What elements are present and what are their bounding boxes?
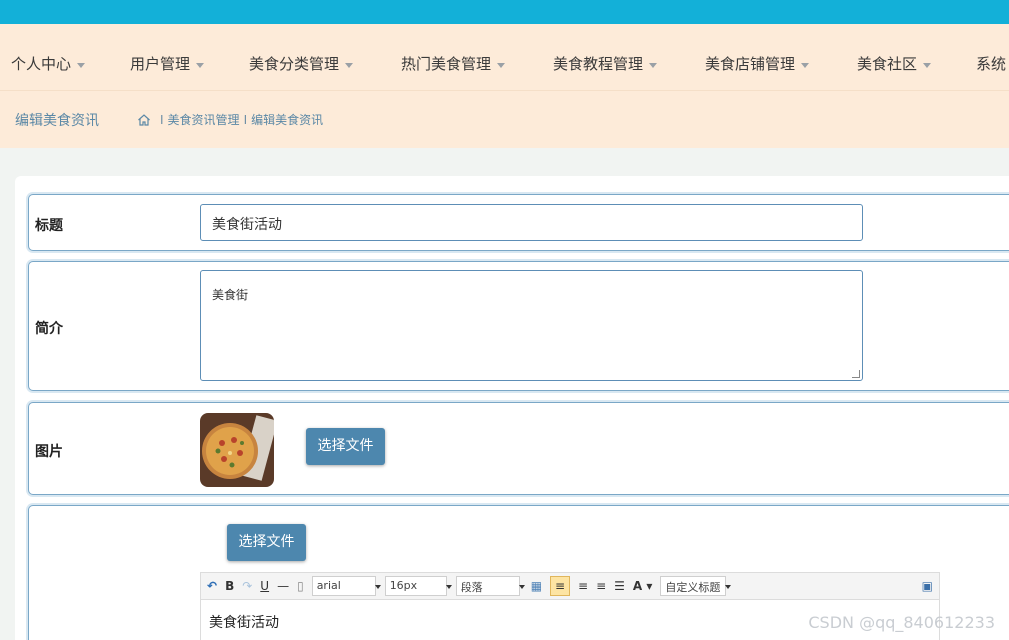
nav-item-personal-center[interactable]: 个人中心 [11,54,86,74]
nav-label: 用户管理 [130,55,191,73]
nav-item-hot-food[interactable]: 热门美食管理 [401,54,506,74]
font-size-select[interactable]: 16px [384,576,452,596]
nav-item-food-category[interactable]: 美食分类管理 [249,54,354,74]
chevron-down-icon [649,62,658,68]
nav-label: 美食分类管理 [249,55,340,73]
nav-label: 系统 [976,55,1007,73]
home-icon[interactable] [137,113,151,127]
underline-icon[interactable]: U [260,576,269,596]
intro-textarea[interactable]: 美食街 [200,270,863,381]
editor-toolbar: ↶ B ↷ U — ▯ arial 16px 段落 ▦ ≡ ≡ ≡ ☰ A ▾ … [200,572,940,600]
editor-text: 美食街活动 [209,615,279,631]
align-left-icon[interactable]: ≡ [550,576,571,596]
align-right-icon[interactable]: ≡ [578,576,588,596]
top-header-bar [0,0,1009,24]
breadcrumb-separator: I [160,112,164,127]
breadcrumb: I 美食资讯管理 I 编辑美食资讯 [137,111,323,128]
nav-label: 美食教程管理 [553,55,644,73]
chevron-down-icon [497,62,506,68]
undo-icon[interactable]: ↶ [207,576,217,596]
custom-title-select[interactable]: 自定义标题 [660,576,732,596]
font-family-select[interactable]: arial [311,576,381,596]
breadcrumb-item: 编辑美食资讯 [251,113,324,127]
resize-handle[interactable] [852,370,860,378]
form-row-image: 图片 选择文件 [28,402,1009,495]
breadcrumb-bar: 编辑美食资讯 I 美食资讯管理 I 编辑美食资讯 [0,90,1009,148]
image-upload-button[interactable]: 选择文件 [306,428,385,465]
nav-item-users[interactable]: 用户管理 [130,54,205,74]
document-icon[interactable]: ▯ [297,576,304,596]
intro-text: 美食街 [212,288,249,302]
align-center-icon[interactable]: ≡ [596,576,606,596]
pizza-image [200,413,274,487]
bold-icon[interactable]: B [225,576,234,596]
title-label: 标题 [35,218,63,234]
content-upload-button[interactable]: 选择文件 [227,524,306,561]
form-row-intro: 简介 美食街 [28,261,1009,391]
nav-label: 个人中心 [11,55,72,73]
form-row-title: 标题 美食街活动 [28,194,1009,251]
nav-label: 美食社区 [857,55,918,73]
chevron-down-icon [801,62,810,68]
font-color-icon[interactable]: A ▾ [633,576,653,596]
page-title: 编辑美食资讯 [15,113,99,129]
main-nav: 个人中心 用户管理 美食分类管理 热门美食管理 美食教程管理 美食店铺管理 美食… [0,24,1009,90]
chevron-down-icon [345,62,354,68]
paragraph-select[interactable]: 段落 [455,576,525,596]
food-thumbnail [200,413,274,487]
nav-item-food-tutorial[interactable]: 美食教程管理 [553,54,658,74]
title-input[interactable]: 美食街活动 [200,204,863,241]
redo-icon[interactable]: ↷ [242,576,252,596]
breadcrumb-separator: I [243,112,248,127]
nav-label: 热门美食管理 [401,55,492,73]
intro-label: 简介 [35,321,63,337]
chevron-down-icon [196,62,205,68]
watermark: CSDN @qq_840612233 [808,613,995,632]
breadcrumb-item[interactable]: 美食资讯管理 [168,111,240,128]
nav-item-food-shop[interactable]: 美食店铺管理 [705,54,810,74]
horizontal-rule-icon[interactable]: — [277,576,289,596]
nav-label: 美食店铺管理 [705,55,796,73]
nav-item-community[interactable]: 美食社区 [857,54,932,74]
nav-item-system[interactable]: 系统 [976,54,1006,74]
fullscreen-icon[interactable]: ▣ [922,576,933,596]
align-justify-icon[interactable]: ☰ [614,576,625,596]
chevron-down-icon [923,62,932,68]
table-icon[interactable]: ▦ [531,576,542,596]
image-label: 图片 [35,444,63,460]
chevron-down-icon [77,62,86,68]
